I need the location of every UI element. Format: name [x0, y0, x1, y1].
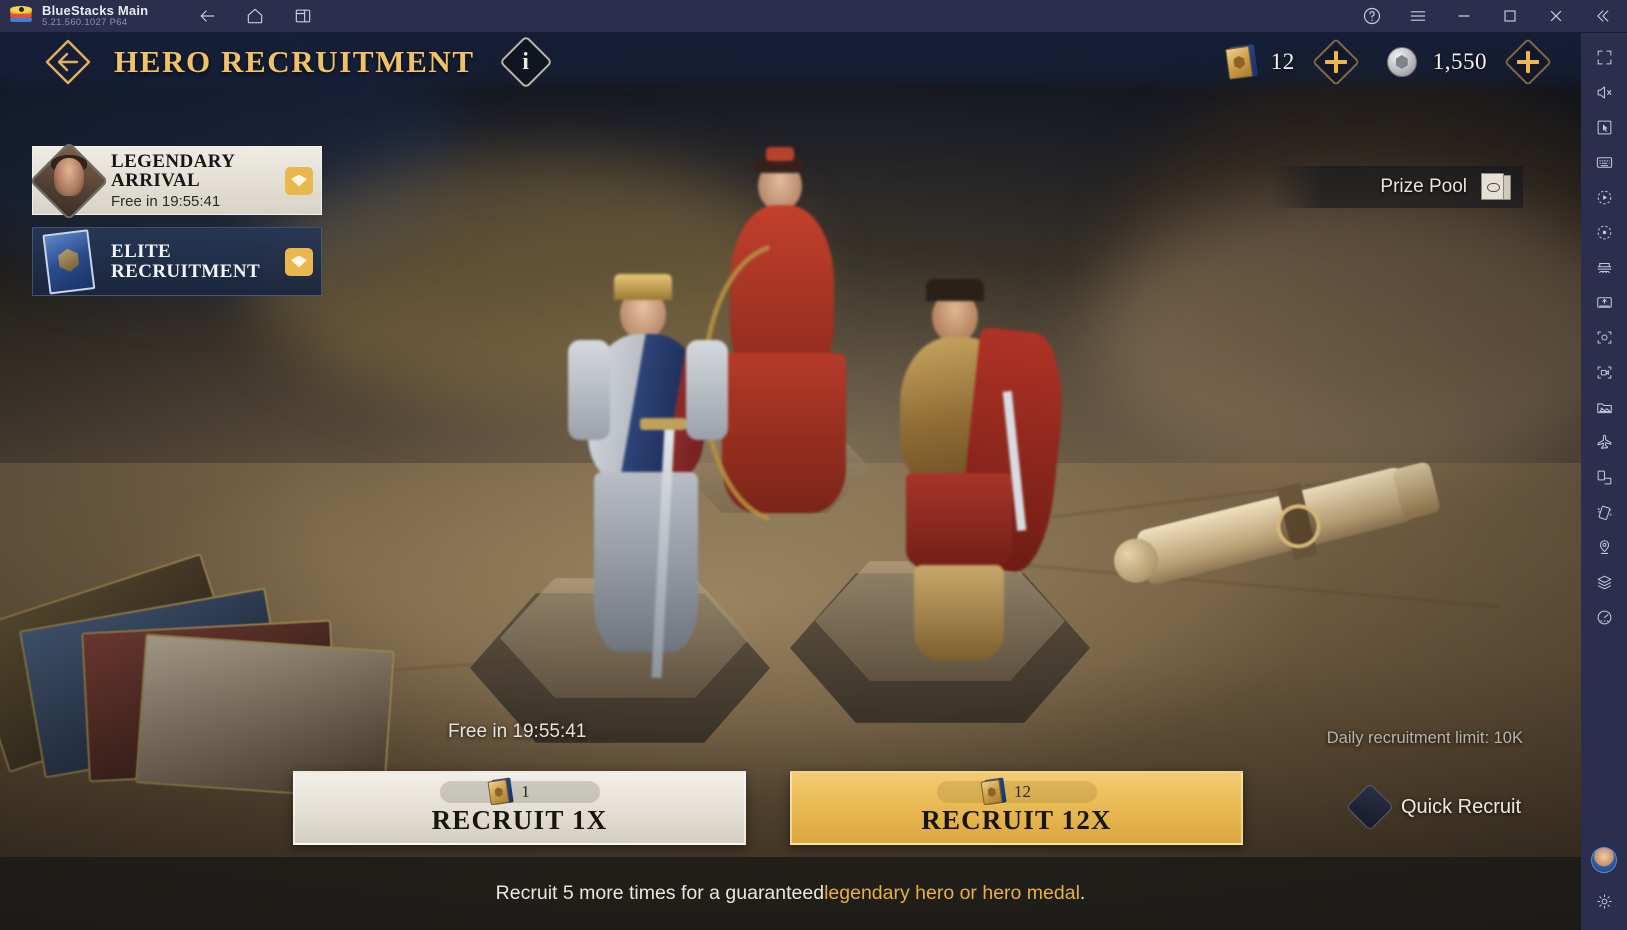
recruit-12x-button[interactable]: 12 RECRUIT 12X [790, 771, 1243, 845]
fullscreen-icon[interactable] [1589, 41, 1619, 74]
bluestacks-sidebar [1581, 33, 1627, 930]
prize-pool-label: Prize Pool [1380, 176, 1467, 197]
hero-knight [540, 268, 750, 679]
app-title: BlueStacks Main [42, 2, 149, 18]
mute-icon[interactable] [1589, 76, 1619, 109]
screenshot-icon[interactable] [1589, 321, 1619, 354]
collapse-sidebar-icon[interactable] [1591, 5, 1613, 27]
hint-suffix: . [1079, 882, 1086, 904]
info-glyph: i [522, 48, 529, 75]
recruit-1x-label: RECRUIT 1X [431, 804, 608, 835]
media-folder-icon[interactable] [1589, 391, 1619, 424]
minimize-icon[interactable] [1453, 5, 1475, 27]
info-icon[interactable]: i [498, 35, 553, 89]
quick-recruit-label: Quick Recruit [1400, 795, 1521, 818]
recruit-1x-cost-value: 1 [521, 781, 530, 801]
video-record-icon[interactable] [1589, 356, 1619, 389]
recruitment-tome-icon [487, 777, 514, 806]
sidebar-item-legendary-arrival[interactable]: LEGENDARY ARRIVAL Free in 19:55:41 [29, 141, 322, 221]
daily-limit-label: Daily recruitment limit: 10K [1326, 729, 1523, 747]
quick-recruit-toggle[interactable]: Quick Recruit [1345, 782, 1521, 832]
back-arrow-diamond-icon[interactable] [42, 36, 94, 88]
prize-pool-button[interactable]: Prize Pool [1268, 166, 1523, 208]
recruit-button-row: 1 RECRUIT 1X 12 RECRUIT 12X [0, 771, 1581, 845]
silver-coin-icon [1386, 47, 1417, 77]
silver-value: 1,550 [1432, 49, 1487, 74]
add-silver-button[interactable] [1503, 37, 1553, 87]
hint-highlight: legendary hero or hero medal [824, 882, 1080, 904]
titlebar: BlueStacks Main 5.21.560.1027 P64 [0, 0, 1627, 33]
bluestacks-window: BlueStacks Main 5.21.560.1027 P64 HERO R… [0, 0, 1627, 930]
recruit-ticket-currency[interactable]: 12 [1224, 37, 1360, 87]
page-title: HERO RECRUITMENT [114, 44, 475, 79]
home-icon[interactable] [244, 5, 266, 27]
shake-icon[interactable] [1589, 496, 1619, 529]
legendary-arrival-line1: LEGENDARY [111, 150, 236, 172]
apk-install-icon[interactable] [1589, 286, 1619, 319]
add-recruit-ticket-button[interactable] [1311, 37, 1360, 87]
gem-icon [285, 247, 313, 276]
macro-play-icon[interactable] [1589, 181, 1619, 214]
record-icon[interactable] [1589, 216, 1619, 249]
multi-instance-icon[interactable] [1589, 251, 1619, 284]
recruit-12x-cost-value: 12 [1014, 781, 1031, 801]
keyboard-icon[interactable] [1589, 146, 1619, 179]
airplane-icon[interactable] [1589, 426, 1619, 459]
cursor-icon[interactable] [1589, 111, 1619, 144]
location-pin-icon[interactable] [1589, 531, 1619, 564]
elite-recruitment-text: ELITE RECRUITMENT [111, 242, 260, 281]
back-arrow-icon[interactable] [196, 5, 218, 27]
elite-card-icon [35, 229, 100, 298]
recruitment-tabs: LEGENDARY ARRIVAL Free in 19:55:41 ELITE… [29, 141, 322, 308]
layers-icon[interactable] [1589, 566, 1619, 599]
recruit-1x-button[interactable]: 1 RECRUIT 1X [293, 771, 746, 845]
currency-bar: 12 1,550 [1224, 37, 1581, 87]
recruitment-tome-icon [1224, 44, 1258, 80]
recruitment-tome-icon [980, 777, 1007, 806]
prize-cards-icon [1481, 173, 1511, 201]
game-header: HERO RECRUITMENT i 12 1,550 [0, 33, 1581, 91]
titlebar-nav [196, 5, 314, 27]
app-version: 5.21.560.1027 P64 [42, 17, 128, 29]
legendary-arrival-timer: Free in 19:55:41 [111, 192, 221, 210]
rotate-screen-icon[interactable] [1589, 461, 1619, 494]
recruit-ticket-value: 12 [1270, 49, 1295, 74]
gear-icon[interactable] [1589, 885, 1619, 918]
hint-prefix: Recruit 5 more times for a guaranteed [495, 882, 825, 904]
legendary-arrival-line2: ARRIVAL [111, 170, 201, 192]
game-viewport[interactable]: HERO RECRUITMENT i 12 1,550 LEGENDARY AR… [0, 33, 1581, 930]
hero-portrait-icon [29, 141, 109, 221]
speedometer-icon[interactable] [1589, 601, 1619, 634]
maximize-icon[interactable] [1499, 5, 1521, 27]
window-controls [1361, 5, 1627, 27]
hero-centurion [860, 273, 1071, 663]
recruit-12x-label: RECRUIT 12X [921, 804, 1112, 835]
diamond-checkbox-icon[interactable] [1345, 782, 1395, 832]
instances-icon[interactable] [292, 5, 314, 27]
elite-recruitment-line2: RECRUITMENT [111, 260, 261, 282]
close-icon[interactable] [1545, 5, 1567, 27]
recruit-12x-cost: 12 [936, 777, 1097, 806]
free-in-timer: Free in 19:55:41 [448, 721, 587, 742]
bluestacks-logo-icon [10, 5, 32, 27]
recruit-1x-cost: 1 [439, 777, 600, 806]
gem-icon [285, 166, 313, 195]
legendary-arrival-text: LEGENDARY ARRIVAL Free in 19:55:41 [111, 152, 235, 209]
help-circle-icon[interactable] [1361, 5, 1383, 27]
sidebar-item-elite-recruitment[interactable]: ELITE RECRUITMENT [32, 227, 322, 296]
elite-recruitment-line1: ELITE [111, 241, 172, 263]
account-avatar[interactable] [1591, 847, 1617, 873]
hamburger-menu-icon[interactable] [1407, 5, 1429, 27]
app-identity: BlueStacks Main 5.21.560.1027 P64 [42, 4, 148, 29]
silver-currency[interactable]: 1,550 [1386, 37, 1553, 87]
guarantee-hint-bar: Recruit 5 more times for a guaranteed le… [0, 857, 1581, 930]
